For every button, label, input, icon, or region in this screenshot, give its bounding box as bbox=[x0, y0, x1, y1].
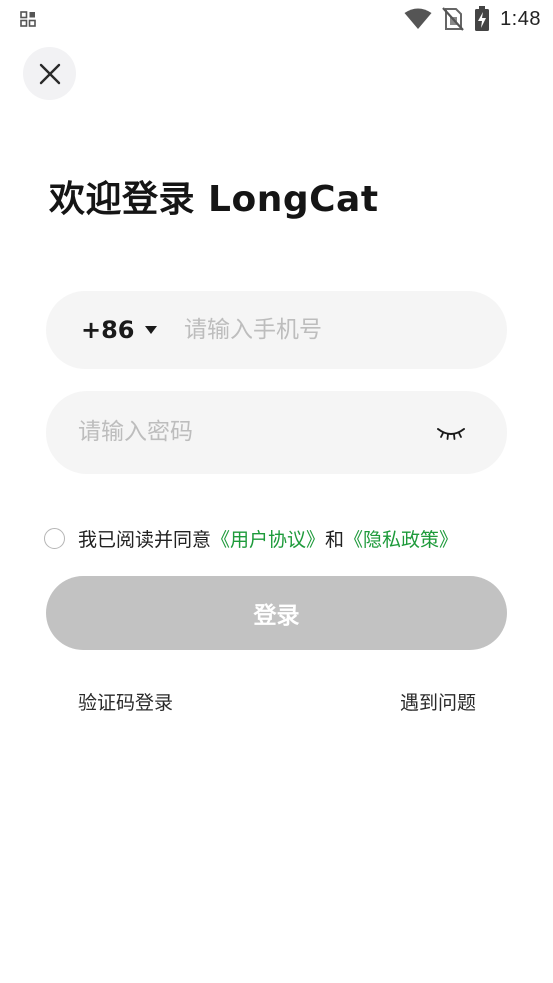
eye-closed-icon[interactable] bbox=[436, 421, 466, 443]
sms-login-link[interactable]: 验证码登录 bbox=[78, 688, 173, 715]
status-bar: 1:48 bbox=[0, 0, 553, 38]
agreement-checkbox[interactable] bbox=[44, 527, 65, 549]
phone-field: +86 bbox=[46, 291, 507, 369]
no-sim-icon bbox=[442, 7, 464, 31]
wifi-icon bbox=[404, 8, 432, 29]
status-time: 1:48 bbox=[500, 7, 541, 30]
country-code-selector[interactable]: +86 bbox=[81, 291, 135, 369]
battery-charging-icon bbox=[475, 6, 490, 31]
notification-grid-icon bbox=[20, 11, 36, 27]
agreement-prefix: 我已阅读并同意 bbox=[78, 528, 212, 551]
user-agreement-link[interactable]: 《用户协议》 bbox=[211, 525, 325, 552]
page-title: 欢迎登录 LongCat bbox=[49, 179, 379, 220]
close-button[interactable] bbox=[23, 47, 76, 100]
help-link[interactable]: 遇到问题 bbox=[400, 688, 476, 715]
agreement-conjunction: 和 bbox=[325, 528, 345, 551]
caret-down-icon[interactable] bbox=[144, 325, 158, 335]
phone-input[interactable] bbox=[184, 310, 484, 350]
privacy-policy-link[interactable]: 《隐私政策》 bbox=[344, 525, 458, 552]
status-icons: 1:48 bbox=[404, 6, 541, 32]
login-button[interactable]: 登录 bbox=[46, 576, 507, 650]
country-code-label: +86 bbox=[81, 316, 135, 344]
close-icon bbox=[39, 63, 60, 84]
password-field bbox=[46, 391, 507, 474]
password-input[interactable] bbox=[78, 412, 408, 452]
agreement-row: 我已阅读并同意 《用户协议》 和 《隐私政策》 bbox=[44, 523, 458, 553]
